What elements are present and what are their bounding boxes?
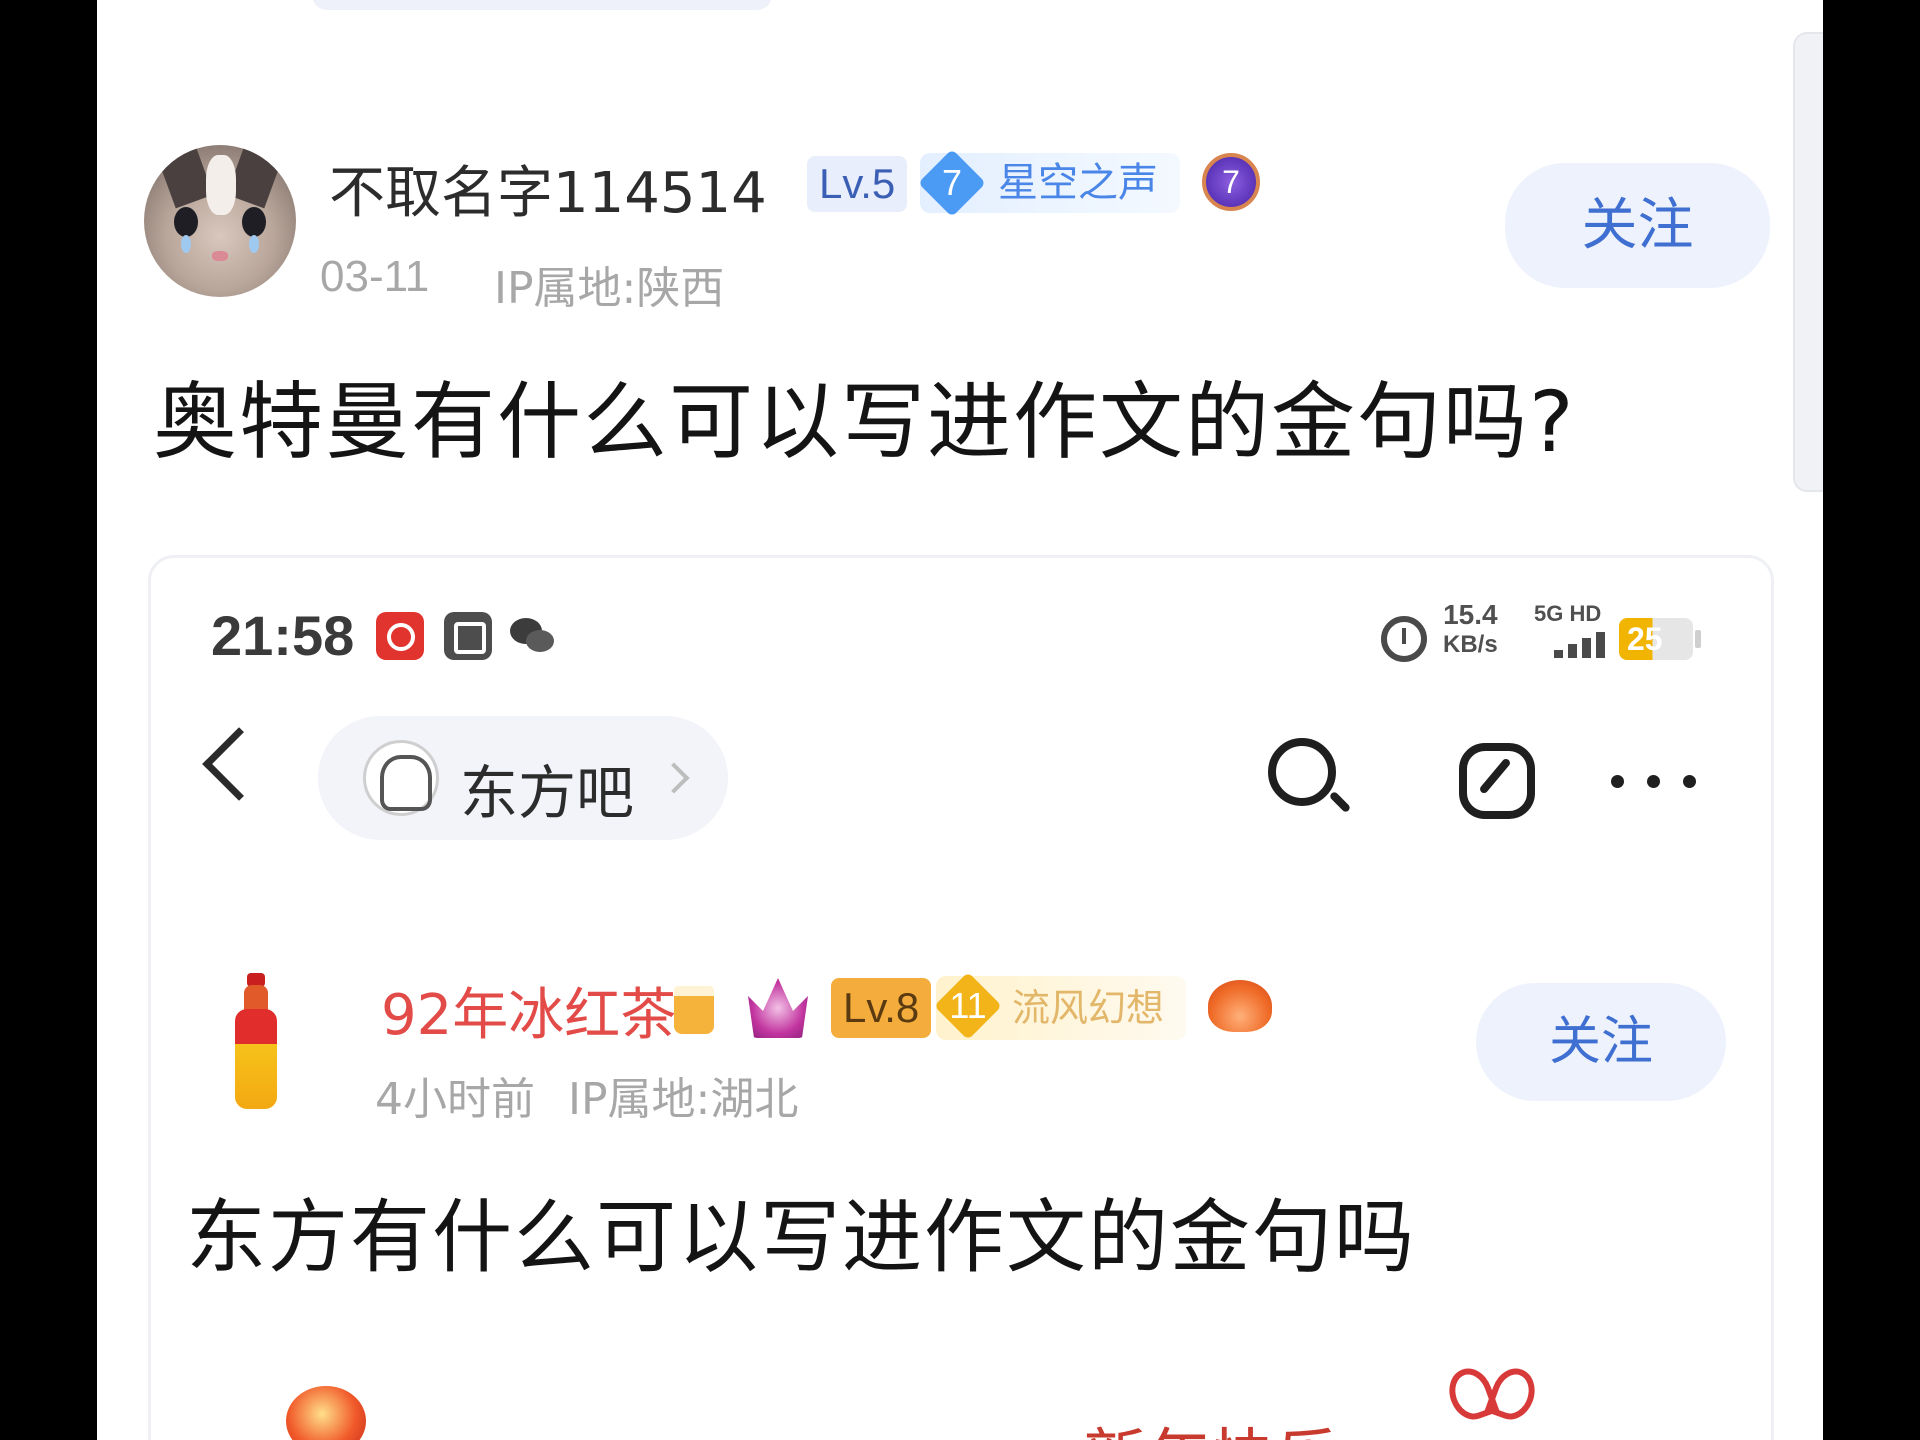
- diamond-icon: 11: [934, 972, 1002, 1040]
- chevron-right-icon: [658, 762, 690, 794]
- crown-icon: [748, 978, 808, 1038]
- music-app-icon: [376, 612, 424, 660]
- flame-icon: [1208, 980, 1272, 1032]
- title-badge-label: 星空之声: [998, 160, 1158, 206]
- post-date: 03-11: [320, 252, 430, 301]
- follow-button[interactable]: 关注: [1505, 163, 1770, 288]
- title-badge-label: 流风幻想: [1012, 986, 1165, 1030]
- greeting-image-text: 新年快乐: [1083, 1408, 1339, 1440]
- more-icon[interactable]: [1611, 775, 1701, 789]
- wechat-icon: [510, 612, 560, 660]
- post-time: 4小时前: [375, 1074, 535, 1125]
- level-badge: Lv.8: [831, 978, 932, 1038]
- signal-icon: [1534, 630, 1610, 658]
- username[interactable]: 92年冰红茶: [381, 970, 676, 1051]
- battery-icon: 25: [1619, 618, 1701, 660]
- status-time: 21:58: [211, 604, 355, 667]
- ip-location: IP属地:湖北: [568, 1074, 799, 1125]
- edit-icon[interactable]: [1459, 743, 1535, 819]
- lantern-image: [286, 1386, 366, 1440]
- network-speed: 15.4 KB/s: [1443, 599, 1498, 659]
- follow-button[interactable]: 关注: [1476, 983, 1726, 1101]
- post-title: 奥特曼有什么可以写进作文的金句吗?: [153, 373, 1576, 471]
- title-badge[interactable]: 11 流风幻想: [934, 972, 1186, 1040]
- avatar[interactable]: [233, 973, 279, 1113]
- title-badge[interactable]: 7 星空之声: [918, 149, 1180, 217]
- username[interactable]: 不取名字114514: [329, 148, 767, 229]
- level-badge: Lv.5: [807, 156, 908, 212]
- post-page: 不取名字114514 Lv.5 7 星空之声 7 03-11 IP属地:陕西 关…: [97, 0, 1823, 1440]
- diamond-icon: 7: [918, 149, 986, 217]
- medal-icon[interactable]: 7: [1202, 153, 1260, 211]
- avatar[interactable]: [144, 145, 296, 297]
- ip-location: IP属地:陕西: [494, 263, 725, 314]
- top-pill-button[interactable]: [312, 0, 772, 10]
- post-title: 东方有什么可以写进作文的金句吗: [186, 1191, 1416, 1284]
- store-app-icon: [444, 612, 492, 660]
- network-type: 5G HD: [1534, 601, 1602, 626]
- alarm-icon: [1381, 616, 1427, 662]
- back-icon[interactable]: [202, 727, 276, 801]
- scrollbar[interactable]: [1793, 32, 1823, 492]
- embedded-screenshot[interactable]: 21:58 15.4 KB/s 5G HD 25 东方吧 92年冰红茶 Lv.8…: [148, 555, 1774, 1440]
- forum-pill[interactable]: 东方吧: [318, 716, 728, 840]
- beer-icon: [674, 986, 714, 1034]
- search-icon[interactable]: [1268, 738, 1352, 818]
- forum-name: 东方吧: [460, 759, 635, 827]
- bunny-ears-image: [1446, 1368, 1536, 1438]
- forum-avatar: [363, 740, 439, 816]
